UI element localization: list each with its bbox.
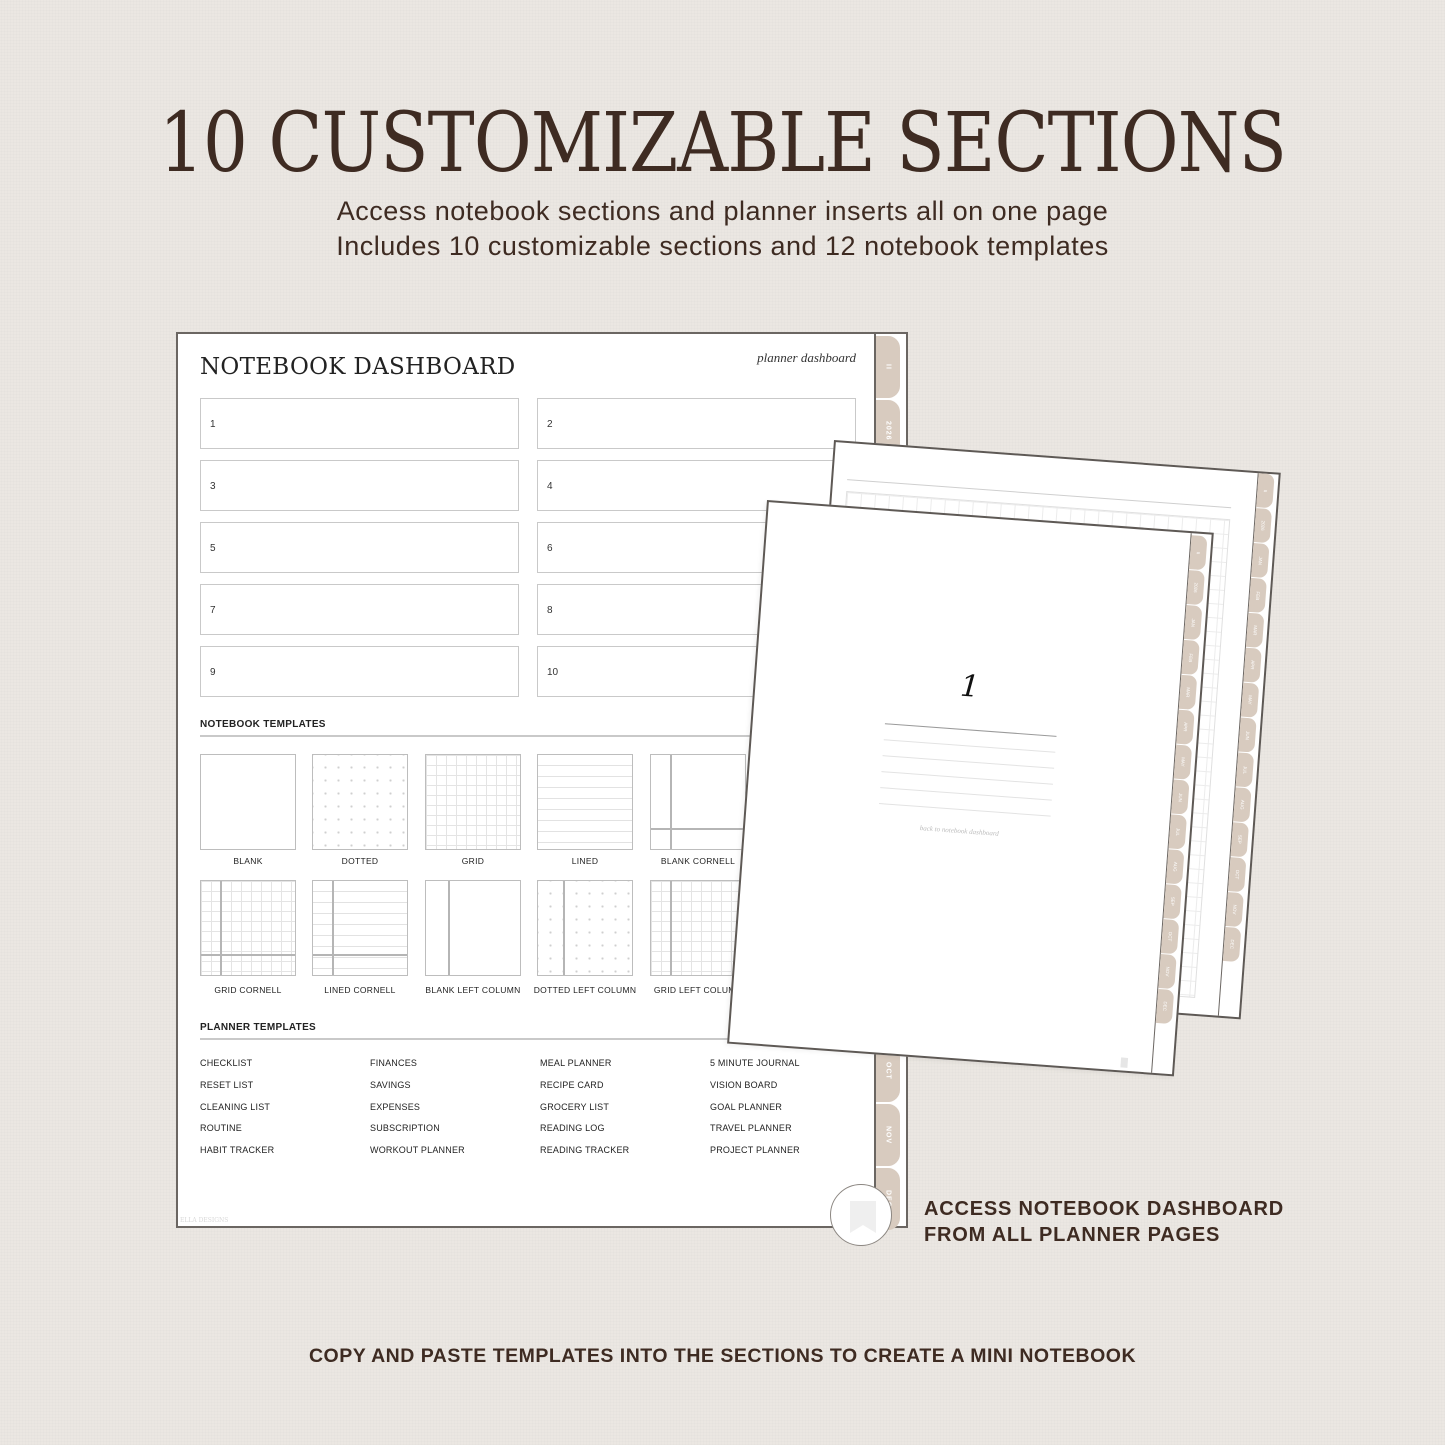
- mini-tab[interactable]: JUN: [1238, 717, 1257, 753]
- mini-tab[interactable]: AUG: [1233, 787, 1252, 823]
- mini-tab[interactable]: FEB: [1248, 577, 1267, 613]
- mini-tab[interactable]: MAY: [1240, 682, 1260, 718]
- subtitle-line-2: Includes 10 customizable sections and 12…: [336, 231, 1109, 261]
- headline: 10 CUSTOMIZABLE SECTIONS: [158, 96, 1287, 191]
- template-label: BLANK LEFT COLUMN: [425, 985, 521, 995]
- planner-template-link[interactable]: PROJECT PLANNER: [710, 1145, 800, 1155]
- template-grid[interactable]: [425, 754, 521, 850]
- section-number: 1: [959, 668, 981, 706]
- template-label: GRID: [461, 856, 485, 866]
- planner-template-link[interactable]: CLEANING LIST: [200, 1102, 270, 1112]
- tab-ii[interactable]: II: [876, 336, 900, 398]
- mini-tab[interactable]: JUL: [1168, 814, 1188, 850]
- section-box-3[interactable]: 3: [200, 460, 519, 511]
- mini-tab[interactable]: MAR: [1178, 674, 1198, 710]
- note-line: [879, 803, 1051, 817]
- planner-template-link[interactable]: RECIPE CARD: [540, 1080, 604, 1090]
- mini-tab[interactable]: JUN: [1171, 779, 1190, 815]
- planner-template-link[interactable]: RESET LIST: [200, 1080, 253, 1090]
- mini-tab[interactable]: MAR: [1245, 612, 1265, 648]
- mini-tab[interactable]: SEP: [1163, 884, 1182, 920]
- mini-tab[interactable]: NOV: [1158, 954, 1177, 990]
- planner-template-link[interactable]: FINANCES: [370, 1058, 417, 1068]
- mini-tab[interactable]: APR: [1243, 647, 1262, 683]
- mini-tab[interactable]: SEP: [1230, 822, 1250, 858]
- section-box-7[interactable]: 7: [200, 584, 519, 635]
- callout-text: ACCESS NOTEBOOK DASHBOARD FROM ALL PLANN…: [924, 1196, 1284, 1248]
- planner-template-link[interactable]: READING TRACKER: [540, 1145, 629, 1155]
- planner-template-link[interactable]: ROUTINE: [200, 1123, 242, 1133]
- bookmark-callout-circle: [830, 1184, 892, 1246]
- back-to-dashboard-link[interactable]: back to notebook dashboard: [746, 811, 1173, 850]
- mini-tab[interactable]: FEB: [1181, 639, 1200, 675]
- planner-template-link[interactable]: WORKOUT PLANNER: [370, 1145, 465, 1155]
- note-line: [881, 771, 1053, 785]
- planner-template-link[interactable]: SUBSCRIPTION: [370, 1123, 440, 1133]
- planner-templates-heading: PLANNER TEMPLATES: [200, 1022, 317, 1033]
- mini-tab[interactable]: 2026: [1253, 508, 1273, 544]
- planner-template-link[interactable]: MEAL PLANNER: [540, 1058, 612, 1068]
- template-dotted-left-column[interactable]: [537, 880, 633, 976]
- mini-tab[interactable]: II: [1189, 535, 1208, 571]
- planner-template-link[interactable]: 5 MINUTE JOURNAL: [710, 1058, 800, 1068]
- template-blank-left-column[interactable]: [425, 880, 521, 976]
- note-line: [880, 787, 1052, 801]
- template-blank-cornell[interactable]: [650, 754, 746, 850]
- mini-tab[interactable]: APR: [1176, 709, 1195, 745]
- planner-template-link[interactable]: GROCERY LIST: [540, 1102, 609, 1112]
- mini-tab[interactable]: OCT: [1228, 857, 1247, 893]
- callout-line-2: FROM ALL PLANNER PAGES: [924, 1224, 1221, 1246]
- mini-tab[interactable]: DEC: [1222, 926, 1242, 963]
- mini-tab[interactable]: 2026: [1186, 570, 1205, 606]
- callout-line-1: ACCESS NOTEBOOK DASHBOARD: [924, 1198, 1285, 1220]
- template-label: BLANK: [233, 856, 263, 866]
- template-label: DOTTED: [341, 856, 379, 866]
- template-label: LINED: [571, 856, 599, 866]
- planner-template-link[interactable]: SAVINGS: [370, 1080, 411, 1090]
- mini-tab[interactable]: NOV: [1225, 892, 1244, 928]
- planner-template-link[interactable]: VISION BOARD: [710, 1080, 777, 1090]
- mini-month-tabs: II 2026 JAN FEB MAR APR MAY JUN JUL AUG …: [1222, 473, 1275, 963]
- planner-template-link[interactable]: READING LOG: [540, 1123, 605, 1133]
- section-box-9[interactable]: 9: [200, 646, 519, 697]
- template-lined-cornell[interactable]: [312, 880, 408, 976]
- mini-tab[interactable]: AUG: [1166, 849, 1185, 885]
- template-grid-left-column[interactable]: [650, 880, 746, 976]
- footer-caption: COPY AND PASTE TEMPLATES INTO THE SECTIO…: [308, 1345, 1137, 1367]
- section-box-5[interactable]: 5: [200, 522, 519, 573]
- template-label: GRID CORNELL: [214, 985, 282, 995]
- section-cover-page: 1 back to notebook dashboard II 2026 JAN…: [727, 500, 1214, 1077]
- planner-template-link[interactable]: HABIT TRACKER: [200, 1145, 274, 1155]
- note-line: [883, 739, 1056, 753]
- planner-template-link[interactable]: CHECKLIST: [200, 1058, 252, 1068]
- template-dotted[interactable]: [312, 754, 408, 850]
- mini-tab[interactable]: JAN: [1183, 605, 1203, 641]
- template-label: DOTTED LEFT COLUMN: [533, 985, 637, 995]
- mini-tab[interactable]: MAY: [1173, 744, 1193, 780]
- note-line: [882, 755, 1055, 769]
- section-box-1[interactable]: 1: [200, 398, 519, 449]
- planner-dashboard-link[interactable]: planner dashboard: [757, 350, 856, 366]
- template-blank[interactable]: [200, 754, 296, 850]
- template-grid-cornell[interactable]: [200, 880, 296, 976]
- mini-tab[interactable]: JUL: [1235, 752, 1255, 788]
- bookmark-icon[interactable]: [1120, 1057, 1129, 1068]
- template-label: LINED CORNELL: [324, 985, 396, 995]
- title-line[interactable]: [884, 723, 1057, 737]
- template-lined[interactable]: [537, 754, 633, 850]
- subtitle-line-1: Access notebook sections and planner ins…: [336, 196, 1109, 226]
- notebook-templates-heading: NOTEBOOK TEMPLATES: [200, 719, 326, 730]
- planner-template-link[interactable]: GOAL PLANNER: [710, 1102, 782, 1112]
- planner-template-link[interactable]: TRAVEL PLANNER: [710, 1123, 792, 1133]
- section-box-2[interactable]: 2: [537, 398, 856, 449]
- bookmark-icon[interactable]: [850, 1201, 876, 1233]
- mini-tab[interactable]: II: [1256, 473, 1275, 509]
- brand-mark: ELLA DESIGNS: [180, 1217, 229, 1224]
- mini-tab[interactable]: OCT: [1160, 919, 1180, 955]
- dashboard-title: NOTEBOOK DASHBOARD: [200, 354, 516, 380]
- mini-tab[interactable]: DEC: [1155, 988, 1175, 1025]
- planner-template-link[interactable]: EXPENSES: [370, 1102, 420, 1112]
- tab-nov[interactable]: NOV: [876, 1104, 900, 1166]
- mini-tab[interactable]: JAN: [1251, 543, 1270, 579]
